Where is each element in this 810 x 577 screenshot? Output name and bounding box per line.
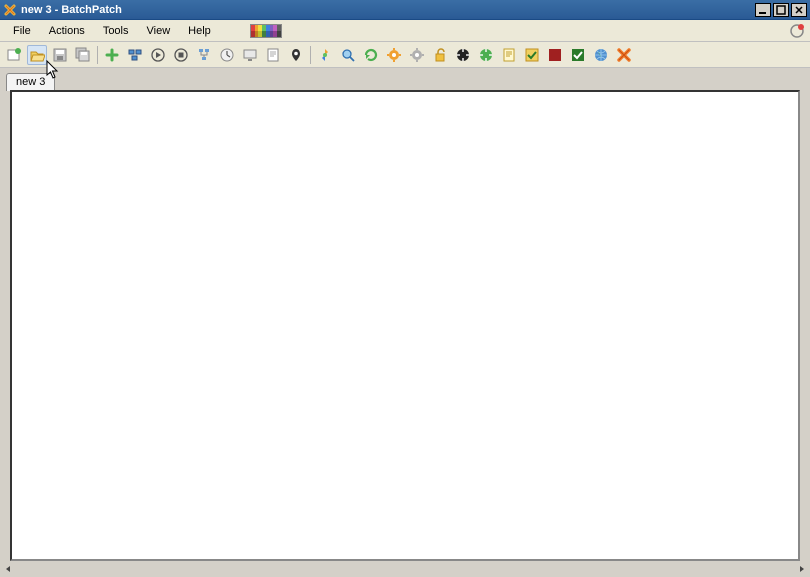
network-button[interactable] — [194, 45, 214, 65]
menubar: File Actions Tools View Help — [0, 20, 810, 42]
gear-gray-button[interactable] — [407, 45, 427, 65]
report-button[interactable] — [263, 45, 283, 65]
titlebar: new 3 - BatchPatch — [0, 0, 810, 20]
app-icon — [3, 3, 17, 17]
content-area — [10, 90, 800, 561]
menu-actions[interactable]: Actions — [40, 23, 94, 39]
pin-button[interactable] — [286, 45, 306, 65]
globe-button[interactable] — [591, 45, 611, 65]
check-green-button[interactable] — [568, 45, 588, 65]
tab-active[interactable]: new 3 — [6, 73, 55, 91]
loading-green-icon[interactable] — [476, 45, 496, 65]
clock-button[interactable] — [217, 45, 237, 65]
toolbar — [0, 42, 810, 68]
gear-orange-button[interactable] — [384, 45, 404, 65]
toolbar-separator — [97, 46, 98, 64]
check-button[interactable] — [522, 45, 542, 65]
close-button[interactable] — [791, 3, 807, 17]
menu-view[interactable]: View — [138, 23, 180, 39]
maximize-button[interactable] — [773, 3, 789, 17]
scroll-left-arrow[interactable] — [2, 563, 14, 575]
loading-black-icon[interactable] — [453, 45, 473, 65]
sync-button[interactable] — [315, 45, 335, 65]
color-palette-icon[interactable] — [250, 24, 282, 38]
open-button[interactable] — [27, 45, 47, 65]
monitor-button[interactable] — [240, 45, 260, 65]
notification-icon[interactable] — [788, 22, 806, 40]
scroll-right-arrow[interactable] — [796, 563, 808, 575]
delete-button[interactable] — [614, 45, 634, 65]
minimize-button[interactable] — [755, 3, 771, 17]
window-controls — [755, 3, 807, 17]
search-button[interactable] — [338, 45, 358, 65]
add-button[interactable] — [102, 45, 122, 65]
stop-button[interactable] — [171, 45, 191, 65]
script-button[interactable] — [499, 45, 519, 65]
new-grid-button[interactable] — [4, 45, 24, 65]
refresh-button[interactable] — [361, 45, 381, 65]
menu-tools[interactable]: Tools — [94, 23, 138, 39]
tab-strip: new 3 — [0, 68, 810, 90]
toolbar-separator — [310, 46, 311, 64]
save-button[interactable] — [50, 45, 70, 65]
save-all-button[interactable] — [73, 45, 93, 65]
horizontal-scroll — [2, 563, 808, 575]
hosts-button[interactable] — [125, 45, 145, 65]
play-button[interactable] — [148, 45, 168, 65]
menu-file[interactable]: File — [4, 23, 40, 39]
unlock-button[interactable] — [430, 45, 450, 65]
window-title: new 3 - BatchPatch — [21, 4, 755, 16]
stop-red-button[interactable] — [545, 45, 565, 65]
menu-help[interactable]: Help — [179, 23, 220, 39]
